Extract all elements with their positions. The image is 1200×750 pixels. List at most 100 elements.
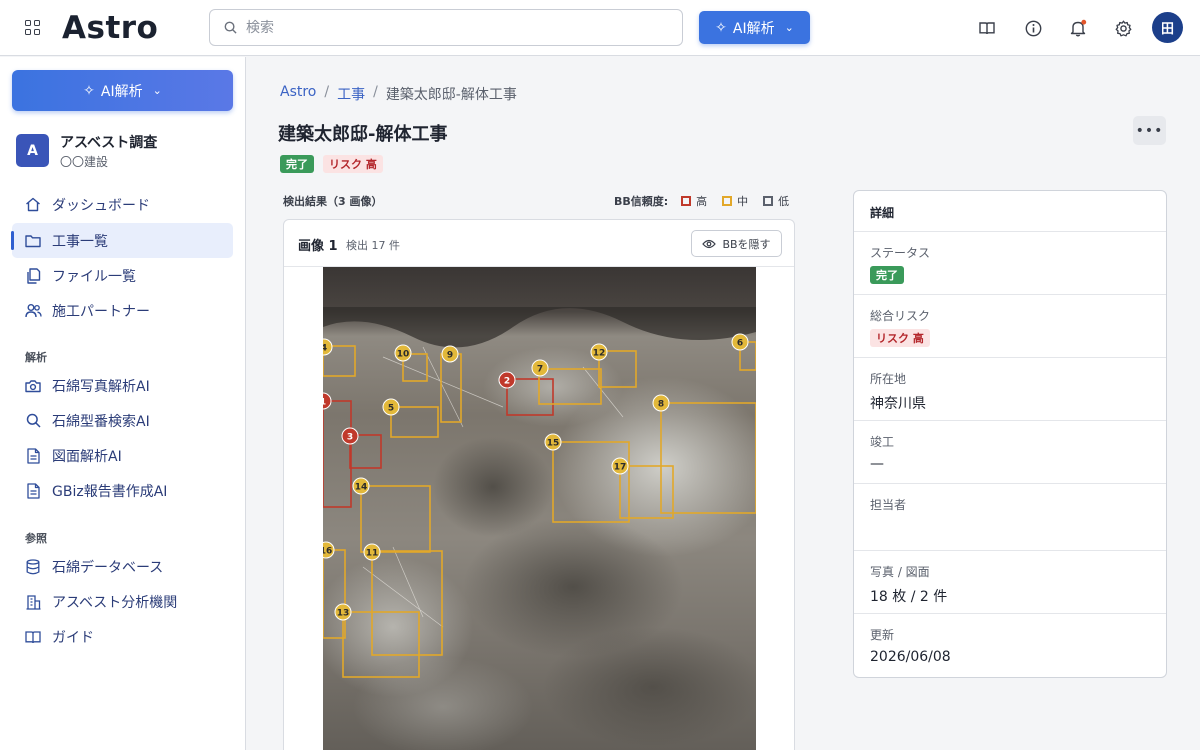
sidebar-item-drawing-ai[interactable]: 図面解析AI: [12, 438, 233, 473]
users-icon: [24, 302, 42, 319]
detail-label: 総合リスク: [870, 309, 931, 323]
app-grid-icon[interactable]: [25, 20, 41, 36]
svg-text:16: 16: [323, 547, 332, 557]
sidebar-item-model-search-ai[interactable]: 石綿型番検索AI: [12, 403, 233, 438]
breadcrumb-separator: /: [324, 84, 330, 100]
logo[interactable]: Astro: [62, 8, 158, 48]
camera-icon: [24, 377, 42, 394]
sidebar-item-analysis-labs[interactable]: アスベスト分析機関: [12, 584, 233, 619]
legend-swatch-medium: [722, 196, 733, 206]
ai-analysis-button[interactable]: ✧ AI解析 ⌄: [699, 11, 810, 44]
info-icon[interactable]: [1022, 17, 1044, 39]
detail-row-risk: 総合リスク リスク 高: [854, 295, 1166, 358]
detection-marker[interactable]: 5: [382, 398, 400, 416]
search-input[interactable]: [246, 16, 666, 40]
detection-marker[interactable]: 6: [731, 333, 749, 351]
building-icon: [24, 593, 42, 610]
detection-count: 検出 17 件: [346, 239, 400, 252]
svg-text:10: 10: [397, 350, 410, 360]
org-company: 〇〇建設: [60, 155, 109, 169]
search-icon: [24, 412, 42, 429]
svg-text:3: 3: [347, 433, 353, 443]
detection-marker[interactable]: 2: [498, 371, 516, 389]
detail-label: 竣工: [870, 435, 895, 449]
detection-marker[interactable]: 7: [531, 359, 549, 377]
breadcrumb-link-projects[interactable]: 工事: [337, 84, 365, 104]
database-icon: [24, 558, 42, 575]
sidebar-item-photo-ai[interactable]: 石綿写真解析AI: [12, 368, 233, 403]
org-name: アスベスト調査: [60, 135, 158, 151]
document-icon: [24, 447, 42, 464]
detection-marker[interactable]: 9: [441, 345, 459, 363]
svg-text:1: 1: [323, 398, 326, 408]
organization-switcher[interactable]: A アスベスト調査 〇〇建設: [16, 131, 236, 171]
sidebar-item-guide[interactable]: ガイド: [12, 619, 233, 654]
bell-icon[interactable]: [1067, 17, 1089, 39]
svg-text:17: 17: [614, 463, 627, 473]
search-icon: [224, 21, 237, 34]
search-box[interactable]: [209, 9, 683, 46]
sidebar-item-label: 図面解析AI: [52, 449, 122, 465]
sidebar-item-asbestos-database[interactable]: 石綿データベース: [12, 549, 233, 584]
sidebar-item-files[interactable]: ファイル一覧: [12, 258, 233, 293]
svg-text:2: 2: [504, 377, 510, 387]
ai-analysis-label: AI解析: [732, 20, 775, 37]
detection-marker[interactable]: 8: [652, 394, 670, 412]
user-avatar[interactable]: 田: [1152, 12, 1183, 43]
sidebar-item-label: 工事一覧: [52, 234, 108, 250]
confidence-legend: BB信頼度: 高 中 低: [614, 193, 799, 209]
sidebar-item-projects[interactable]: 工事一覧: [11, 223, 233, 258]
legend-title: BB信頼度:: [614, 195, 669, 208]
detection-marker[interactable]: 16: [323, 541, 335, 559]
page-title: 建築太郎邸-解体工事: [278, 124, 448, 145]
risk-badge: リスク 高: [323, 155, 383, 173]
detection-results-heading: 検出結果（3 画像）: [283, 195, 383, 208]
chevron-down-icon: ⌄: [784, 21, 794, 34]
sidebar-item-label: 石綿写真解析AI: [52, 379, 150, 395]
detection-marker[interactable]: 12: [590, 343, 608, 361]
svg-text:9: 9: [447, 351, 453, 361]
sample-photo[interactable]: 1 2 3 4 5 6 7 8 9 10 11 12 13 14 15 16 1…: [323, 267, 756, 750]
svg-text:4: 4: [323, 344, 327, 354]
image-card-header: 画像 1 検出 17 件 BBを隠す: [284, 220, 794, 267]
svg-text:15: 15: [547, 439, 560, 449]
hide-bounding-boxes-label: BBを隠す: [722, 237, 771, 251]
sidebar-ai-analysis-label: AI解析: [100, 83, 143, 100]
hide-bounding-boxes-button[interactable]: BBを隠す: [691, 230, 782, 257]
detection-marker[interactable]: 17: [611, 457, 629, 475]
book-icon[interactable]: [976, 17, 998, 39]
detection-marker[interactable]: 14: [352, 477, 370, 495]
sidebar-item-label: アスベスト分析機関: [52, 595, 178, 611]
detail-row-status: ステータス 完了: [854, 232, 1166, 295]
detection-marker[interactable]: 13: [334, 603, 352, 621]
detail-row-completion: 竣工 —: [854, 421, 1166, 484]
detection-marker[interactable]: 11: [363, 543, 381, 561]
svg-text:7: 7: [537, 365, 543, 375]
more-options-button[interactable]: •••: [1133, 116, 1166, 145]
org-badge: A: [16, 134, 49, 167]
sidebar-item-label: 石綿データベース: [52, 560, 164, 576]
chevron-down-icon: ⌄: [152, 84, 162, 97]
section-label-analysis: 解析: [25, 351, 47, 364]
sidebar-item-gbiz-report-ai[interactable]: GBiz報告書作成AI: [12, 473, 233, 508]
sidebar-item-label: 施工パートナー: [52, 304, 150, 320]
sidebar-ai-analysis-button[interactable]: ✧ AI解析 ⌄: [12, 70, 233, 111]
status-badge: 完了: [870, 266, 904, 284]
gear-icon[interactable]: [1112, 17, 1134, 39]
top-bar: Astro ✧ AI解析 ⌄ 田: [0, 0, 1200, 56]
detail-label: 所在地: [870, 372, 907, 386]
legend-swatch-low: [763, 196, 774, 206]
sidebar-item-dashboard[interactable]: ダッシュボード: [12, 187, 233, 222]
sparkle-icon: ✧: [715, 19, 727, 36]
detail-value: 18 枚 / 2 件: [870, 589, 948, 605]
folder-icon: [24, 232, 42, 249]
sidebar-item-partners[interactable]: 施工パートナー: [12, 293, 233, 328]
detection-marker[interactable]: 15: [544, 433, 562, 451]
status-badge: 完了: [280, 155, 314, 173]
detail-heading: 詳細: [870, 206, 895, 220]
detection-marker[interactable]: 3: [341, 427, 359, 445]
detail-label: 更新: [870, 628, 895, 642]
breadcrumb-link-home[interactable]: Astro: [280, 84, 316, 104]
home-icon: [24, 196, 42, 213]
detection-marker[interactable]: 10: [394, 344, 412, 362]
